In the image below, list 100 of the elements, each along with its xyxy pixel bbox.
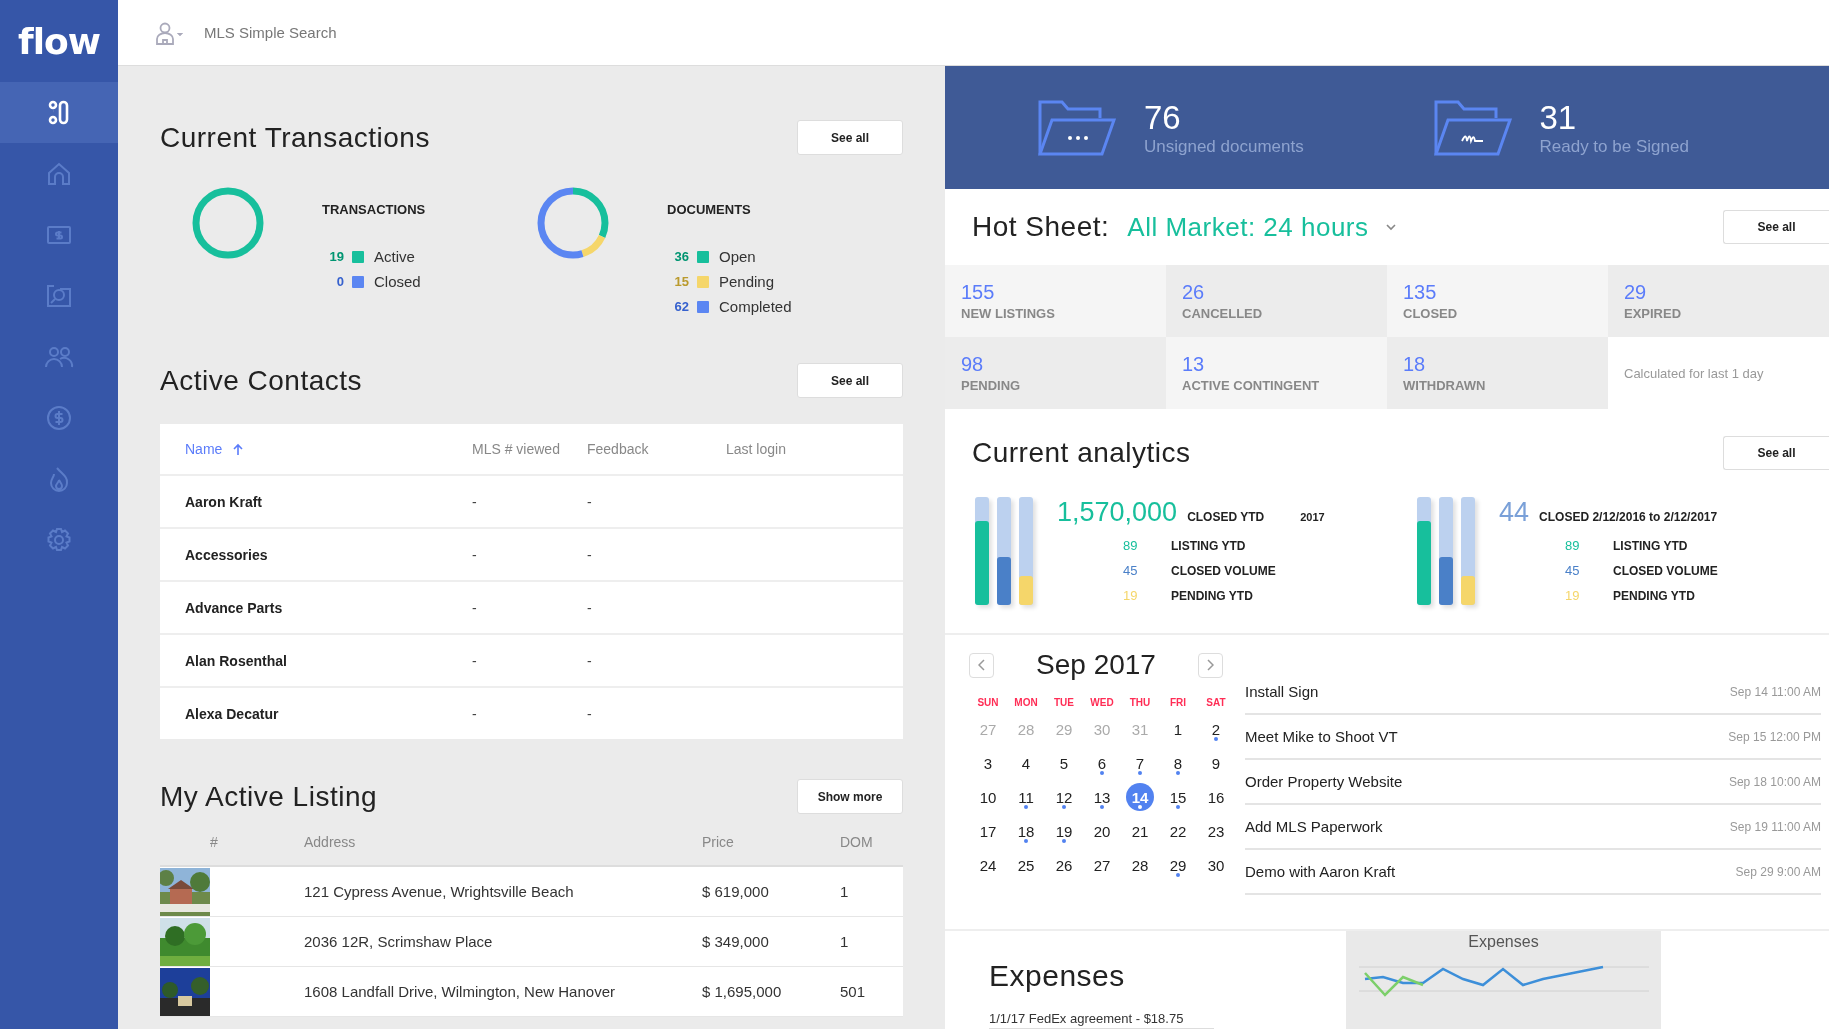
table-cell-text: - xyxy=(472,599,478,616)
calendar-day[interactable]: 30 xyxy=(1202,851,1230,879)
weekday-label: MON xyxy=(1013,696,1039,710)
calendar-day[interactable]: 2 xyxy=(1202,715,1230,743)
column-header[interactable]: Name xyxy=(185,441,472,457)
breadcrumb[interactable]: MLS Simple Search xyxy=(204,24,337,41)
calendar-day[interactable]: 5 xyxy=(1050,749,1078,777)
calendar-day[interactable]: 10 xyxy=(974,783,1002,811)
calendar-day[interactable]: 29 xyxy=(1164,851,1192,879)
event-item[interactable]: Install Sign Sep 14 11:00 AM xyxy=(1245,670,1821,715)
calendar-day[interactable]: 16 xyxy=(1202,783,1230,811)
stat-label: CLOSED xyxy=(1403,306,1459,321)
calendar-day[interactable]: 7 xyxy=(1126,749,1154,777)
price-cell-text: $ 349,000 xyxy=(702,933,770,950)
metric-label: LISTING YTD xyxy=(1171,538,1246,553)
table-cell-text: - xyxy=(587,652,593,669)
see-all-button[interactable]: See all xyxy=(797,120,903,155)
calendar-day[interactable]: 18 xyxy=(1012,817,1040,845)
calendar-day[interactable]: 4 xyxy=(1012,749,1040,777)
stat-value: 155 xyxy=(961,281,996,304)
settings-icon xyxy=(46,526,72,553)
event-title: Demo with Aaron Kraft xyxy=(1245,863,1396,880)
calendar-day[interactable]: 3 xyxy=(974,749,1002,777)
metric-label: CLOSED VOLUME xyxy=(1171,563,1276,578)
event-item[interactable]: Meet Mike to Shoot VT Sep 15 12:00 PM xyxy=(1245,715,1821,760)
section-title: Active Contacts xyxy=(160,364,363,397)
contact-name[interactable]: Advance Parts xyxy=(185,599,472,616)
column-header[interactable]: Feedback xyxy=(587,441,726,457)
weekday-label: WED xyxy=(1089,696,1115,710)
calendar-day[interactable]: 17 xyxy=(974,817,1002,845)
metric-label: PENDING YTD xyxy=(1171,588,1253,603)
calendar-day[interactable]: 9 xyxy=(1202,749,1230,777)
sort-arrow-icon xyxy=(232,442,245,456)
banknote-icon xyxy=(46,223,72,246)
metric-value: 89 xyxy=(1123,538,1139,553)
price-cell-text: $ 1,695,000 xyxy=(702,983,783,1000)
section-title: Current Transactions xyxy=(160,121,430,154)
event-title: Order Property Website xyxy=(1245,773,1403,790)
calendar-day[interactable]: 11 xyxy=(1012,783,1040,811)
show-more-button[interactable]: Show more xyxy=(797,779,903,814)
previous-month-button[interactable] xyxy=(969,652,994,678)
calendar-day[interactable]: 19 xyxy=(1050,817,1078,845)
dashboard-icon xyxy=(48,99,70,126)
table-cell-text: - xyxy=(472,652,478,669)
column-header: Price xyxy=(702,834,735,850)
legend-count: 15 xyxy=(673,274,689,289)
stat-value: 135 xyxy=(1403,281,1438,304)
month-title: Sep 2017 xyxy=(1036,649,1156,681)
column-header[interactable]: MLS # viewed xyxy=(472,441,587,457)
logo[interactable]: flow xyxy=(0,0,118,82)
expense-entry: 1/1/17 FedEx agreement - $18.75 xyxy=(989,1011,1214,1029)
calendar-day[interactable]: 1 xyxy=(1164,715,1192,743)
metric-label: PENDING YTD xyxy=(1613,588,1695,603)
contact-name[interactable]: Alexa Decatur xyxy=(185,705,472,722)
calendar-day[interactable]: 28 xyxy=(1126,851,1154,879)
calendar-day[interactable]: 22 xyxy=(1164,817,1192,845)
stat-value: 26 xyxy=(1182,281,1206,304)
calendar-day[interactable]: 26 xyxy=(1050,851,1078,879)
calendar-day[interactable]: 8 xyxy=(1164,749,1192,777)
event-item[interactable]: Demo with Aaron Kraft Sep 29 9:00 AM xyxy=(1245,850,1821,895)
column-header: DOM xyxy=(840,834,874,850)
analytics-caption: CLOSED 2/12/2016 to 2/12/2017 xyxy=(1539,510,1718,524)
address-cell-text: 2036 12R, Scrimshaw Place xyxy=(304,933,494,950)
see-all-button[interactable]: See all xyxy=(1723,210,1829,244)
user-menu-icon[interactable] xyxy=(154,20,184,45)
dollar-coin-icon xyxy=(46,404,72,431)
document-count: 31 xyxy=(1539,98,1578,137)
metric-label: CLOSED VOLUME xyxy=(1613,563,1718,578)
section-title: Current analytics xyxy=(972,437,1191,469)
weekday-label: SUN xyxy=(976,696,1000,710)
calendar-day[interactable]: 13 xyxy=(1088,783,1116,811)
event-item[interactable]: Order Property Website Sep 18 10:00 AM xyxy=(1245,760,1821,805)
calendar-day[interactable]: 14 xyxy=(1126,783,1154,811)
see-all-button[interactable]: See all xyxy=(1723,436,1829,470)
legend-label: Closed xyxy=(374,273,421,290)
calendar-day[interactable]: 25 xyxy=(1012,851,1040,879)
calendar-day[interactable]: 12 xyxy=(1050,783,1078,811)
see-all-button[interactable]: See all xyxy=(797,363,903,398)
calendar-day[interactable]: 27 xyxy=(1088,851,1116,879)
calendar-day[interactable]: 15 xyxy=(1164,783,1192,811)
calendar-day[interactable]: 20 xyxy=(1088,817,1116,845)
analytics-value: 1,570,000 xyxy=(1057,497,1178,528)
nav-item[interactable] xyxy=(0,82,118,143)
calendar-day[interactable]: 21 xyxy=(1126,817,1154,845)
calendar-day[interactable]: 23 xyxy=(1202,817,1230,845)
people-icon xyxy=(44,345,74,368)
calendar-day[interactable]: 24 xyxy=(974,851,1002,879)
dom-cell-text: 1 xyxy=(840,933,850,950)
contact-name[interactable]: Aaron Kraft xyxy=(185,493,472,510)
column-header[interactable]: Last login xyxy=(726,441,903,457)
next-month-button[interactable] xyxy=(1198,652,1223,678)
contact-name[interactable]: Accessories xyxy=(185,546,472,563)
table-cell-text: - xyxy=(472,705,478,722)
event-time: Sep 19 11:00 AM xyxy=(1729,819,1821,834)
event-time: Sep 29 9:00 AM xyxy=(1735,864,1821,879)
contact-name[interactable]: Alan Rosenthal xyxy=(185,652,472,669)
price-cell-text: $ 619,000 xyxy=(702,883,770,900)
calendar-day[interactable]: 6 xyxy=(1088,749,1116,777)
event-item[interactable]: Add MLS Paperwork Sep 19 11:00 AM xyxy=(1245,805,1821,850)
stat-value: 18 xyxy=(1403,353,1427,376)
